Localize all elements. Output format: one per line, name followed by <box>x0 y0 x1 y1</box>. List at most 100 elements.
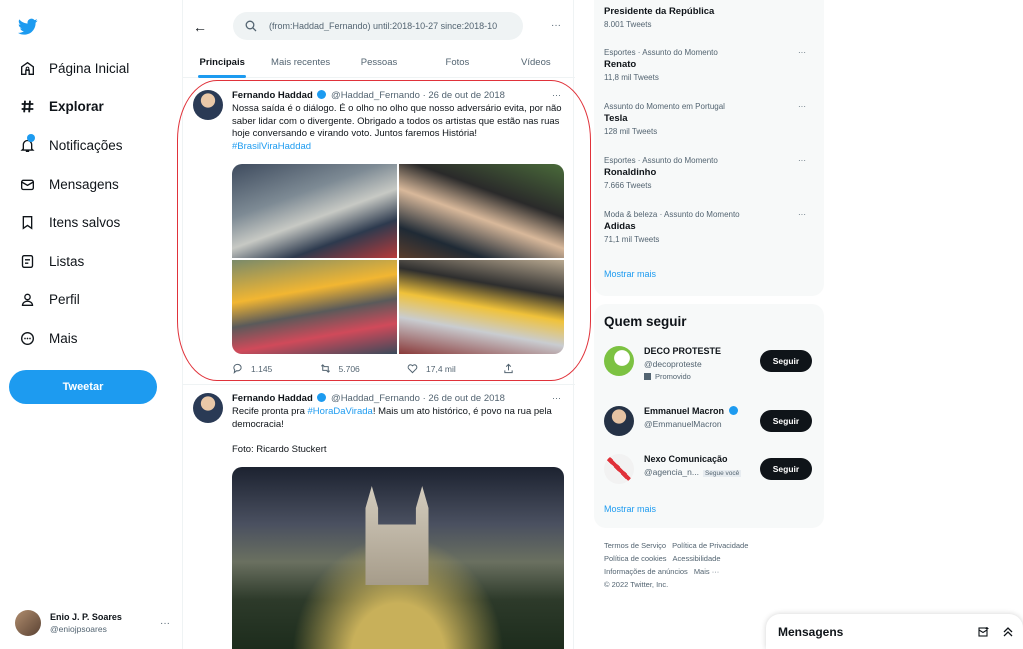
more-dots-icon[interactable]: ··· <box>798 210 806 219</box>
hashtag-link[interactable]: #BrasilViraHaddad <box>232 141 311 152</box>
avatar <box>15 610 41 636</box>
suggestion-handle-text: @agencia_n... <box>644 467 699 477</box>
avatar[interactable] <box>604 346 634 376</box>
more-dots-icon[interactable]: ··· <box>798 156 806 165</box>
tweet-photo[interactable] <box>399 164 564 258</box>
account-switcher[interactable]: Enio J. P. Soares @eniojpsoares ··· <box>15 608 170 638</box>
like-button[interactable]: 17,4 mil <box>407 363 456 374</box>
nav-more[interactable]: Mais <box>18 326 78 350</box>
chevron-up-icon[interactable] <box>1002 626 1014 638</box>
avatar[interactable] <box>193 90 223 120</box>
who-to-follow-panel: Quem seguir DECO PROTESTE @decoproteste … <box>594 304 824 528</box>
suggestion-name[interactable]: Nexo Comunicação <box>644 454 728 464</box>
nav-more-label: Mais <box>49 330 78 346</box>
follow-suggestion[interactable]: DECO PROTESTE @decoproteste Promovido Se… <box>604 344 814 384</box>
trend-item[interactable]: Presidente da República 8.001 Tweets <box>604 4 814 29</box>
follow-button[interactable]: Seguir <box>760 410 812 432</box>
main-column: ← ··· Principais Mais recentes Pessoas F… <box>177 0 591 649</box>
more-dots-icon[interactable]: ··· <box>552 393 561 403</box>
trend-count: 128 mil Tweets <box>604 127 658 136</box>
tweet-author-handle[interactable]: @Haddad_Fernando <box>331 90 420 101</box>
follow-show-more-link[interactable]: Mostrar mais <box>604 504 656 514</box>
tweet-author-handle[interactable]: @Haddad_Fernando <box>331 393 420 404</box>
tweet-author-name[interactable]: Fernando Haddad <box>232 393 313 404</box>
nav-explore[interactable]: Explorar <box>18 94 104 118</box>
follow-suggestion[interactable]: Emmanuel Macron @EmmanuelMacron Seguir <box>604 404 814 444</box>
nav-profile[interactable]: Perfil <box>18 287 80 311</box>
verified-icon <box>317 393 327 402</box>
tab-videos[interactable]: Vídeos <box>497 48 575 77</box>
bookmark-icon <box>18 213 36 231</box>
suggestion-handle: @agencia_n... Segue você <box>644 467 742 477</box>
share-icon <box>504 363 513 374</box>
tweet-photo[interactable] <box>232 260 397 354</box>
more-dots-icon[interactable]: ··· <box>551 20 561 31</box>
more-dots-icon[interactable]: ··· <box>552 90 561 100</box>
messages-drawer[interactable]: Mensagens <box>766 614 1023 649</box>
tweet-date[interactable]: · 26 de out de 2018 <box>423 90 505 101</box>
follow-suggestion[interactable]: Nexo Comunicação @agencia_n... Segue você… <box>604 452 814 492</box>
tab-people[interactable]: Pessoas <box>340 48 418 77</box>
search-input[interactable] <box>269 21 519 31</box>
more-dots-icon[interactable]: ··· <box>798 102 806 111</box>
tweet-media-grid[interactable] <box>232 164 564 354</box>
follow-button[interactable]: Seguir <box>760 458 812 480</box>
tweet-photo[interactable] <box>232 164 397 258</box>
tweet-photo[interactable] <box>399 260 564 354</box>
footer-accessibility-link[interactable]: Acessibilidade <box>673 554 721 563</box>
tweet[interactable]: Fernando Haddad @Haddad_Fernando · 26 de… <box>183 385 575 649</box>
footer-privacy-link[interactable]: Política de Privacidade <box>672 541 748 550</box>
nav-home[interactable]: Página Inicial <box>18 56 129 80</box>
nav-messages[interactable]: Mensagens <box>18 172 119 196</box>
share-button[interactable] <box>503 363 522 374</box>
follow-button[interactable]: Seguir <box>760 350 812 372</box>
more-dots-icon: ··· <box>160 617 170 629</box>
reply-button[interactable]: 1.145 <box>232 363 272 374</box>
tweet[interactable]: Fernando Haddad @Haddad_Fernando · 26 de… <box>183 80 575 382</box>
new-message-icon[interactable] <box>978 626 990 638</box>
footer-more-link[interactable]: Mais ··· <box>694 567 719 576</box>
suggestion-name[interactable]: Emmanuel Macron <box>644 406 740 416</box>
avatar[interactable] <box>604 454 634 484</box>
more-dots-icon[interactable]: ··· <box>798 48 806 57</box>
church-shape <box>365 486 429 585</box>
avatar[interactable] <box>604 406 634 436</box>
search-tabs: Principais Mais recentes Pessoas Fotos V… <box>183 48 575 78</box>
nav-bookmarks-label: Itens salvos <box>49 214 121 230</box>
tab-top[interactable]: Principais <box>183 48 261 77</box>
tab-latest[interactable]: Mais recentes <box>261 48 339 77</box>
trend-category: Moda & beleza · Assunto do Momento <box>604 210 740 219</box>
trend-item[interactable]: Moda & beleza · Assunto do Momento Adida… <box>604 210 814 244</box>
back-arrow-icon[interactable]: ← <box>193 19 207 35</box>
tweet-button[interactable]: Tweetar <box>9 370 157 404</box>
trend-item[interactable]: Esportes · Assunto do Momento Ronaldinho… <box>604 156 814 190</box>
trend-count: 11,8 mil Tweets <box>604 73 659 82</box>
follows-you-badge: Segue você <box>702 470 742 477</box>
twitter-logo-icon[interactable] <box>18 18 38 36</box>
avatar[interactable] <box>193 393 223 423</box>
tweet-date[interactable]: · 26 de out de 2018 <box>423 393 505 404</box>
tweet-author-name[interactable]: Fernando Haddad <box>232 90 313 101</box>
nav-bookmarks[interactable]: Itens salvos <box>18 210 120 234</box>
trend-name: Renato <box>604 59 637 70</box>
footer-cookies-link[interactable]: Política de cookies <box>604 554 667 563</box>
footer-terms-link[interactable]: Termos de Serviço <box>604 541 666 550</box>
suggestion-name[interactable]: DECO PROTESTE <box>644 346 721 356</box>
search-box[interactable] <box>233 12 523 40</box>
sidebar: Página Inicial Explorar Notificações Men… <box>0 0 170 649</box>
trends-show-more-link[interactable]: Mostrar mais <box>604 269 656 279</box>
nav-explore-label: Explorar <box>49 98 104 114</box>
footer-ads-link[interactable]: Informações de anúncios <box>604 567 688 576</box>
tweet-photo[interactable] <box>232 467 564 649</box>
nav-lists[interactable]: Listas <box>18 249 84 273</box>
nav-profile-label: Perfil <box>49 291 80 307</box>
retweet-button[interactable]: 5.706 <box>320 363 360 374</box>
trend-item[interactable]: Esportes · Assunto do Momento Renato 11,… <box>604 48 814 82</box>
search-header: ← ··· <box>183 10 575 44</box>
account-handle: @eniojpsoares <box>50 624 107 634</box>
tab-photos[interactable]: Fotos <box>418 48 496 77</box>
nav-notifications[interactable]: Notificações <box>18 133 123 157</box>
trends-panel: Presidente da República 8.001 Tweets Esp… <box>594 0 824 296</box>
hashtag-link[interactable]: #HoraDaVirada <box>308 406 373 417</box>
trend-item[interactable]: Assunto do Momento em Portugal Tesla 128… <box>604 102 814 136</box>
